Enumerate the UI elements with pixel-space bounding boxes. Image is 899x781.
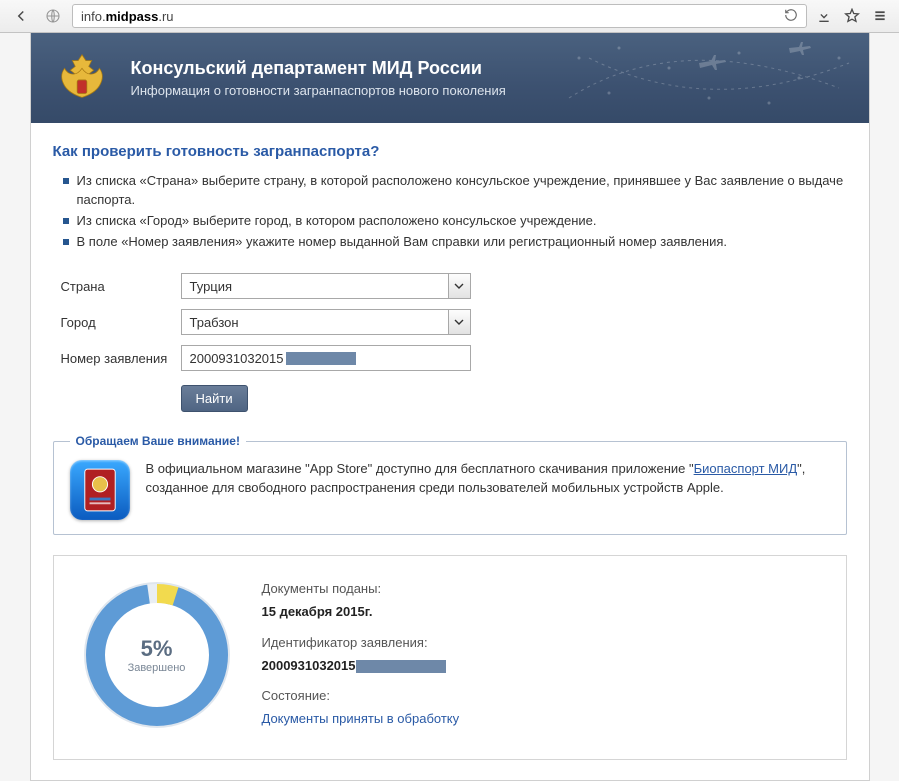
result-box: 5% Завершено Документы поданы: 15 декабр…	[53, 555, 847, 760]
notice-text: В официальном магазине "App Store" досту…	[146, 460, 830, 498]
appnum-input[interactable]: 2000931032015	[181, 345, 471, 371]
header-decoration	[559, 38, 859, 121]
url-text: info.midpass.ru	[81, 9, 174, 24]
appnum-value: 2000931032015	[190, 351, 284, 366]
country-label: Страна	[61, 279, 181, 294]
progress-gauge: 5% Завершено	[82, 580, 232, 730]
docs-submitted-value: 15 декабря 2015г.	[262, 601, 460, 624]
notice-legend: Обращаем Ваше внимание!	[70, 434, 246, 448]
coat-of-arms-icon	[51, 47, 113, 109]
url-bar[interactable]: info.midpass.ru	[72, 4, 807, 28]
app-id-value: 2000931032015	[262, 655, 460, 678]
chevron-down-icon[interactable]	[448, 310, 470, 334]
app-store-icon	[70, 460, 130, 520]
site-header: Консульский департамент МИД России Инфор…	[31, 33, 869, 123]
reload-icon[interactable]	[784, 8, 798, 25]
country-value: Турция	[182, 274, 448, 298]
appnum-label: Номер заявления	[61, 351, 181, 366]
status-label: Состояние:	[262, 685, 460, 708]
globe-icon	[40, 3, 66, 29]
download-icon[interactable]	[813, 5, 835, 27]
status-link[interactable]: Документы приняты в обработку	[262, 711, 460, 726]
bookmark-icon[interactable]	[841, 5, 863, 27]
gauge-percent: 5%	[141, 636, 173, 662]
redacted-segment	[286, 352, 356, 365]
section-title: Как проверить готовность загранпаспорта?	[53, 143, 847, 160]
biopassport-link[interactable]: Биопаспорт МИД	[694, 461, 798, 476]
city-select[interactable]: Трабзон	[181, 309, 471, 335]
browser-toolbar: info.midpass.ru	[0, 0, 899, 33]
instruction-item: Из списка «Страна» выберите страну, в ко…	[63, 172, 847, 210]
notice-box: Обращаем Ваше внимание! В официальном ма…	[53, 434, 847, 535]
country-select[interactable]: Турция	[181, 273, 471, 299]
instruction-item: В поле «Номер заявления» укажите номер в…	[63, 233, 847, 252]
instruction-item: Из списка «Город» выберите город, в кото…	[63, 212, 847, 231]
instructions-list: Из списка «Страна» выберите страну, в ко…	[53, 172, 847, 251]
city-value: Трабзон	[182, 310, 448, 334]
page: Консульский департамент МИД России Инфор…	[30, 33, 870, 781]
docs-submitted-label: Документы поданы:	[262, 578, 460, 601]
city-label: Город	[61, 315, 181, 330]
header-subtitle: Информация о готовности загранпаспортов …	[131, 83, 506, 98]
menu-icon[interactable]	[869, 5, 891, 27]
gauge-label: Завершено	[128, 662, 186, 674]
app-id-label: Идентификатор заявления:	[262, 632, 460, 655]
chevron-down-icon[interactable]	[448, 274, 470, 298]
find-button[interactable]: Найти	[181, 385, 248, 412]
back-button[interactable]	[8, 3, 34, 29]
header-title: Консульский департамент МИД России	[131, 58, 506, 79]
